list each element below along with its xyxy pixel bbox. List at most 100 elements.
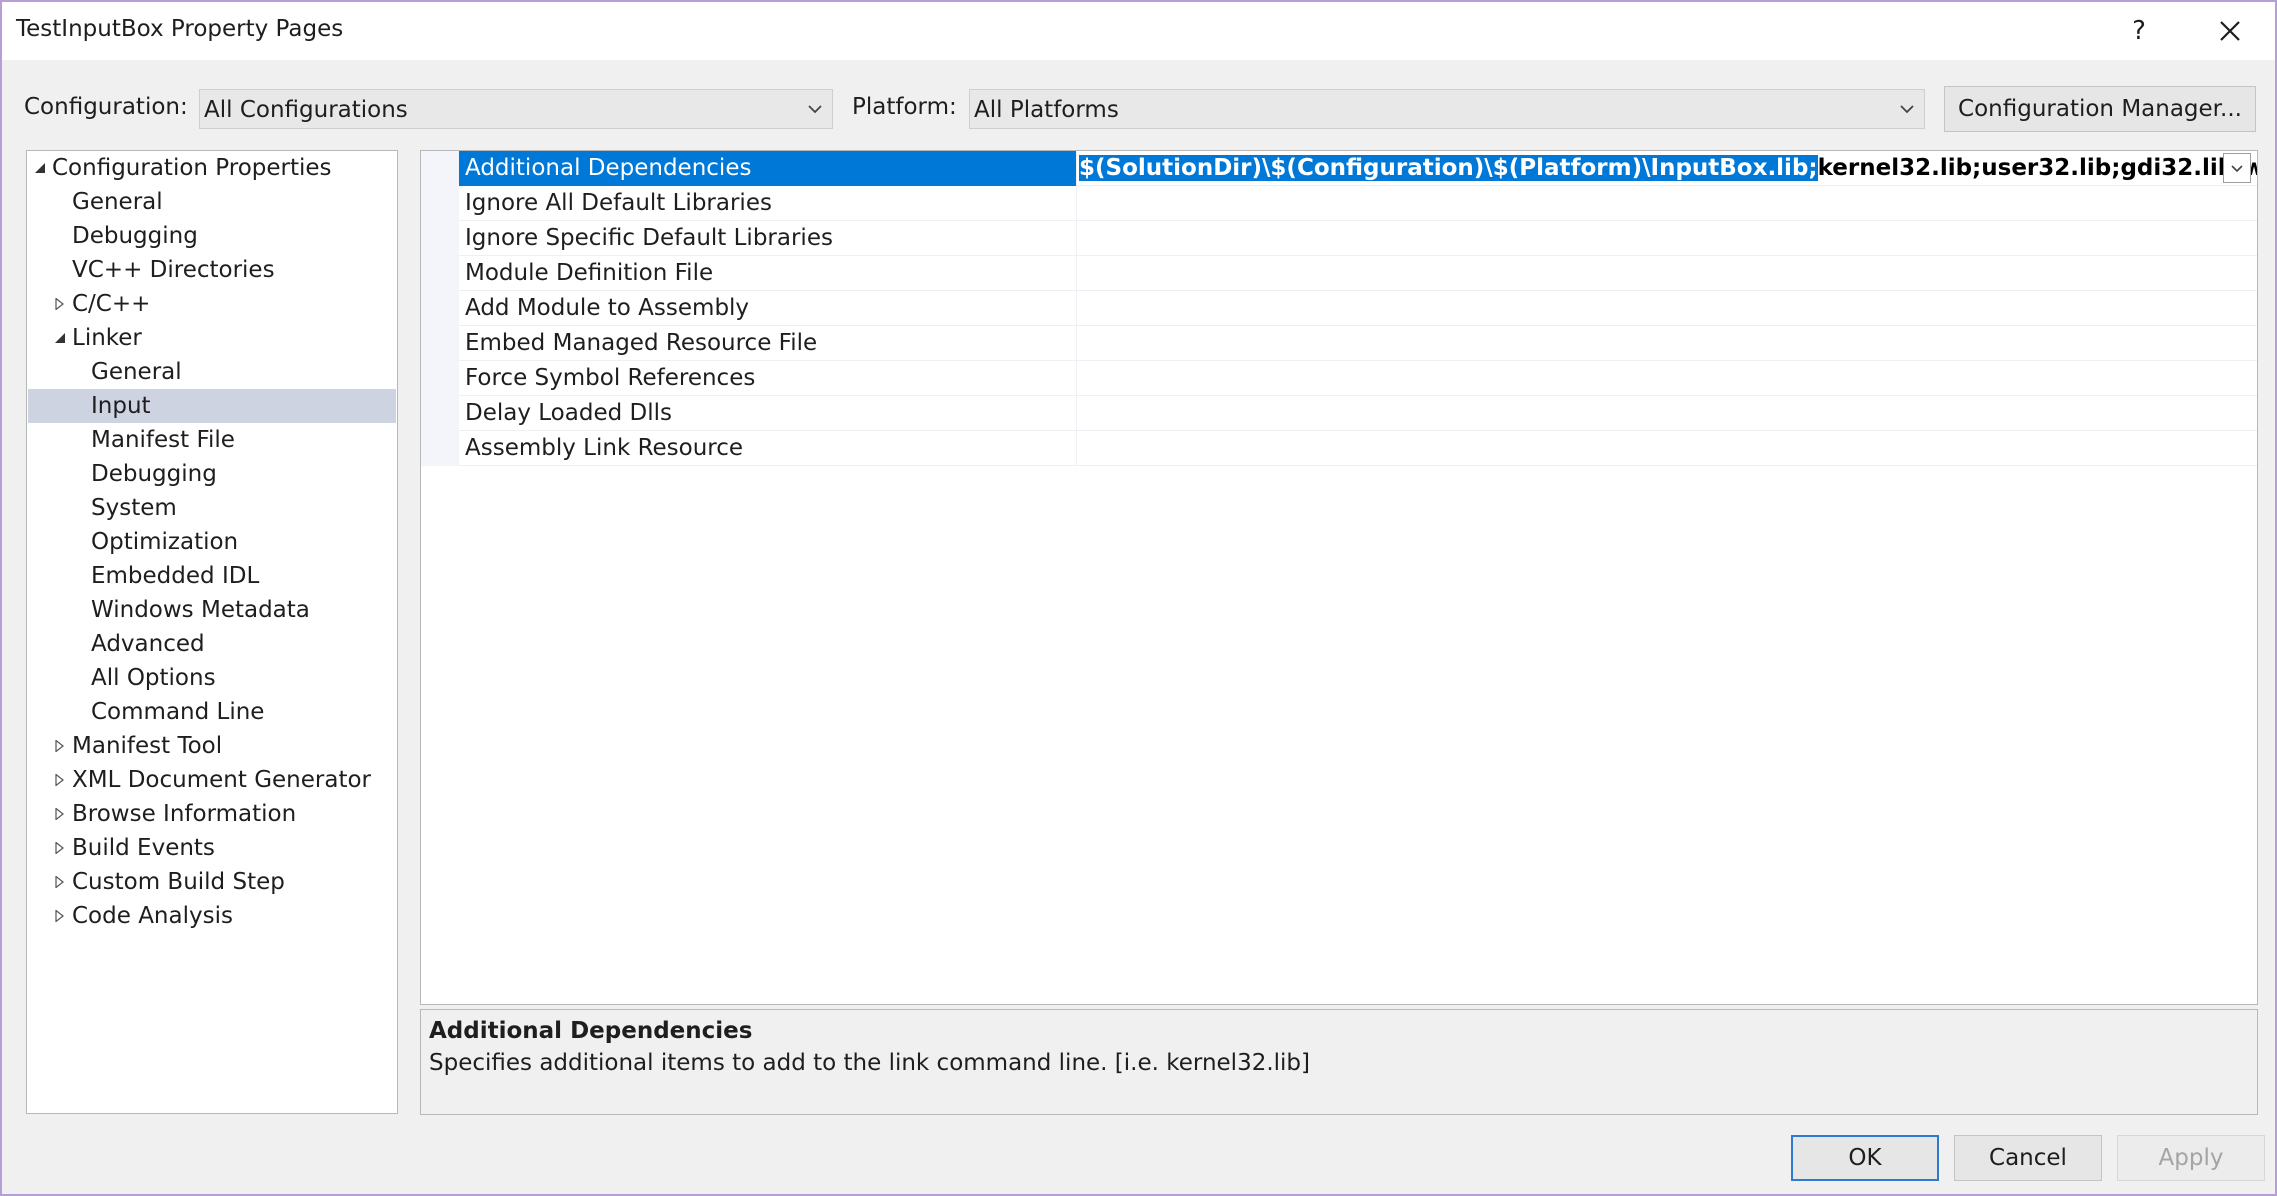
property-pages-dialog: TestInputBox Property Pages ? Configurat… — [0, 0, 2277, 1196]
chevron-down-icon — [2231, 165, 2243, 173]
expanded-triangle-icon — [55, 333, 65, 343]
collapsed-triangle-icon — [55, 740, 64, 752]
description-text: Specifies additional items to add to the… — [429, 1050, 1310, 1076]
property-value-field[interactable] — [1077, 186, 2257, 221]
property-name[interactable]: Force Symbol References — [459, 361, 1077, 396]
tree-item[interactable]: Embedded IDL — [28, 559, 396, 593]
row-gutter — [421, 431, 459, 466]
property-name[interactable]: Add Module to Assembly — [459, 291, 1077, 326]
collapsed-triangle-icon — [55, 876, 64, 888]
tree-item[interactable]: C/C++ — [28, 287, 396, 321]
tree-item[interactable]: Code Analysis — [28, 899, 396, 933]
collapsed-triangle-icon — [55, 774, 64, 786]
tree-item-label: Manifest Tool — [72, 733, 223, 759]
property-grid[interactable]: Additional Dependencies $(SolutionDir)\$… — [420, 150, 2258, 1005]
tree-item-label: Linker — [72, 325, 142, 351]
property-name[interactable]: Module Definition File — [459, 256, 1077, 291]
tree-item[interactable]: Manifest File — [28, 423, 396, 457]
chevron-down-icon — [1900, 105, 1914, 114]
property-name[interactable]: Embed Managed Resource File — [459, 326, 1077, 361]
tree-item[interactable]: General — [28, 355, 396, 389]
tree-item[interactable]: VC++ Directories — [28, 253, 396, 287]
configuration-label: Configuration: — [24, 94, 188, 120]
tree-item-label: Manifest File — [91, 427, 235, 453]
tree-item[interactable]: Optimization — [28, 525, 396, 559]
tree-item[interactable]: Manifest Tool — [28, 729, 396, 763]
value-text: kernel32.lib;user32.lib;gdi32.lib;winspo… — [1817, 155, 2257, 181]
tree-item[interactable]: Windows Metadata — [28, 593, 396, 627]
property-row[interactable]: Ignore Specific Default Libraries — [421, 221, 2257, 256]
tree-item[interactable]: Custom Build Step — [28, 865, 396, 899]
property-name[interactable]: Assembly Link Resource — [459, 431, 1077, 466]
property-value-field[interactable] — [1077, 361, 2257, 396]
tree-item[interactable]: General — [28, 185, 396, 219]
configuration-manager-button[interactable]: Configuration Manager... — [1944, 86, 2256, 132]
tree-item-label: Debugging — [91, 461, 217, 487]
property-value-field[interactable] — [1077, 291, 2257, 326]
tree-item[interactable]: XML Document Generator — [28, 763, 396, 797]
property-value-field[interactable] — [1077, 431, 2257, 466]
row-gutter — [421, 361, 459, 396]
help-button[interactable]: ? — [2101, 2, 2177, 60]
close-button[interactable] — [2192, 2, 2268, 60]
tree-item[interactable]: Advanced — [28, 627, 396, 661]
property-name[interactable]: Ignore Specific Default Libraries — [459, 221, 1077, 256]
tree-item[interactable]: Debugging — [28, 457, 396, 491]
tree-item-label: XML Document Generator — [72, 767, 371, 793]
property-row[interactable]: Embed Managed Resource File — [421, 326, 2257, 361]
property-row[interactable]: Add Module to Assembly — [421, 291, 2257, 326]
property-value-field[interactable] — [1077, 396, 2257, 431]
platform-select[interactable]: All Platforms — [969, 89, 1925, 129]
selected-value-text: $(SolutionDir)\$(Configuration)\$(Platfo… — [1079, 155, 1818, 181]
property-value-field[interactable] — [1077, 221, 2257, 256]
tree-item-label: C/C++ — [72, 291, 151, 317]
tree-item-label: Code Analysis — [72, 903, 233, 929]
category-tree[interactable]: Configuration Properties General Debuggi… — [26, 150, 398, 1114]
property-value-field[interactable] — [1077, 326, 2257, 361]
tree-item[interactable]: Build Events — [28, 831, 396, 865]
ok-button[interactable]: OK — [1791, 1135, 1939, 1181]
property-value-field[interactable] — [1077, 256, 2257, 291]
tree-item-label: Build Events — [72, 835, 215, 861]
expanded-triangle-icon — [35, 163, 45, 173]
tree-item-label: Browse Information — [72, 801, 297, 827]
collapsed-triangle-icon — [55, 910, 64, 922]
configuration-select[interactable]: All Configurations — [199, 89, 833, 129]
chevron-down-icon — [808, 105, 822, 114]
cancel-button[interactable]: Cancel — [1954, 1135, 2102, 1181]
tree-item[interactable]: Command Line — [28, 695, 396, 729]
tree-item-label: Custom Build Step — [72, 869, 285, 895]
property-row[interactable]: Assembly Link Resource — [421, 431, 2257, 466]
property-row[interactable]: Module Definition File — [421, 256, 2257, 291]
tree-item[interactable]: System — [28, 491, 396, 525]
tree-item-label: Debugging — [72, 223, 198, 249]
collapsed-triangle-icon — [55, 808, 64, 820]
tree-item[interactable]: Debugging — [28, 219, 396, 253]
platform-label: Platform: — [852, 94, 957, 120]
apply-button[interactable]: Apply — [2117, 1135, 2265, 1181]
tree-item[interactable]: Browse Information — [28, 797, 396, 831]
row-gutter — [421, 256, 459, 291]
property-name[interactable]: Ignore All Default Libraries — [459, 186, 1077, 221]
tree-item-label: General — [91, 359, 182, 385]
tree-item[interactable]: Configuration Properties — [28, 151, 396, 185]
tree-item[interactable]: All Options — [28, 661, 396, 695]
property-row-additional-dependencies[interactable]: Additional Dependencies $(SolutionDir)\$… — [421, 151, 2257, 186]
close-icon — [2220, 21, 2240, 41]
row-gutter — [421, 151, 459, 186]
tree-item-label: Command Line — [91, 699, 265, 725]
property-row[interactable]: Delay Loaded Dlls — [421, 396, 2257, 431]
value-dropdown-button[interactable] — [2223, 153, 2251, 183]
tree-item-label: Advanced — [91, 631, 205, 657]
property-row[interactable]: Ignore All Default Libraries — [421, 186, 2257, 221]
property-name[interactable]: Additional Dependencies — [459, 151, 1077, 186]
property-name[interactable]: Delay Loaded Dlls — [459, 396, 1077, 431]
tree-item-label: Optimization — [91, 529, 239, 555]
tree-item-selected[interactable]: Input — [28, 389, 396, 423]
property-value-field[interactable]: $(SolutionDir)\$(Configuration)\$(Platfo… — [1077, 151, 2257, 186]
tree-item[interactable]: Linker — [28, 321, 396, 355]
configuration-value: All Configurations — [204, 97, 408, 123]
tree-item-label: VC++ Directories — [72, 257, 275, 283]
row-gutter — [421, 291, 459, 326]
property-row[interactable]: Force Symbol References — [421, 361, 2257, 396]
